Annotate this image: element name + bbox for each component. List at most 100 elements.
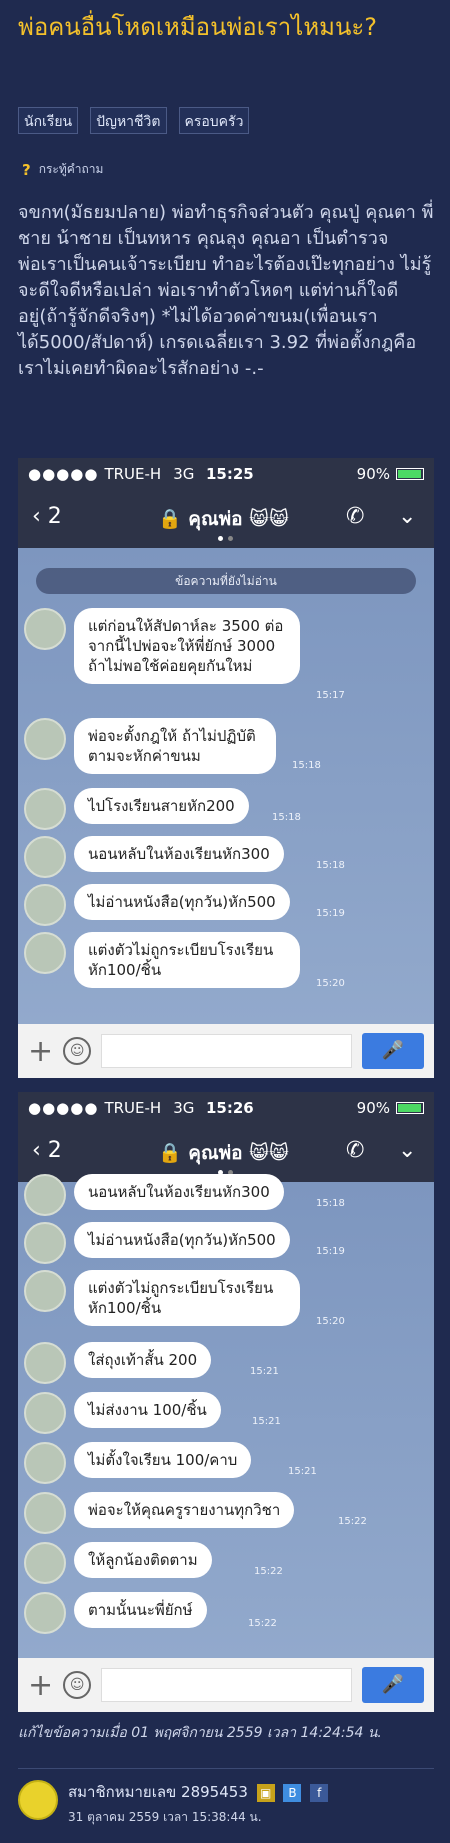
message-time: 15:21	[288, 1466, 317, 1477]
message-bubble[interactable]: แต่ก่อนให้สัปดาห์ละ 3500 ต่อจากนี้ไปพ่อจ…	[74, 608, 300, 684]
tag-list: นักเรียน ปัญหาชีวิต ครอบครัว	[18, 107, 250, 134]
message-bubble[interactable]: ตามนั้นนะพี่ยักษ์	[74, 1592, 207, 1628]
plus-icon[interactable]: +	[28, 1668, 53, 1703]
avatar[interactable]	[24, 1592, 66, 1634]
mic-icon[interactable]: 🎤	[362, 1033, 424, 1069]
message-time: 15:20	[316, 1316, 345, 1327]
message-time: 15:22	[254, 1566, 283, 1577]
avatar[interactable]	[24, 1392, 66, 1434]
battery-percent: 90%	[356, 1099, 390, 1117]
phone-icon[interactable]: ✆	[346, 1138, 364, 1163]
message-bubble[interactable]: แต่งตัวไม่ถูกระเบียบโรงเรียนหัก100/ชิ้น	[74, 932, 300, 988]
message-time: 15:19	[316, 1246, 345, 1257]
member-line: สมาชิกหมายเลข 2895453 ▣ B f	[68, 1780, 329, 1804]
post-paragraph-2: พ่อเราเป็นคนเจ้าระเบียบ ทำอะไรต้องเป๊ะทุ…	[18, 254, 432, 379]
message-bubble[interactable]: ไม่ตั้งใจเรียน 100/คาบ	[74, 1442, 252, 1478]
battery-icon	[396, 1102, 424, 1114]
message-time: 15:17	[316, 690, 345, 701]
message-bubble[interactable]: ไม่อ่านหนังสือ(ทุกวัน)หัก500	[74, 1222, 290, 1258]
message-time: 15:18	[272, 812, 301, 823]
avatar[interactable]	[24, 1542, 66, 1584]
plus-icon[interactable]: +	[28, 1034, 53, 1069]
avatar[interactable]	[24, 836, 66, 878]
chat-input-bar: + ☺ 🎤	[18, 1658, 434, 1712]
message-time: 15:20	[316, 978, 345, 989]
message-bubble[interactable]: ให้ลูกน้องติดตาม	[74, 1542, 212, 1578]
chat-contact-name: 🔒 คุณพ่อ 😸😸	[158, 508, 289, 530]
message-bubble[interactable]: นอนหลับในห้องเรียนหัก300	[74, 1174, 284, 1210]
message-bubble[interactable]: ใส่ถุงเท้าสั้น 200	[74, 1342, 212, 1378]
status-bar: ●●●●● TRUE-H 3G 15:26 90%	[18, 1092, 434, 1124]
chat-input-bar: + ☺ 🎤	[18, 1024, 434, 1078]
message: ใส่ถุงเท้าสั้น 200	[24, 1342, 212, 1384]
carrier: TRUE-H	[104, 1099, 162, 1117]
message-bubble[interactable]: ไม่ส่งงาน 100/ชิ้น	[74, 1392, 221, 1428]
post-page: พ่อคนอื่นโหดเหมือนพ่อเราไหมนะ? นักเรียน …	[0, 0, 450, 1843]
network: 3G	[173, 465, 195, 483]
message-bubble[interactable]: พ่อจะให้คุณครูรายงานทุกวิชา	[74, 1492, 295, 1528]
question-icon: ?	[22, 160, 31, 179]
smile-icon[interactable]: ☺	[63, 1037, 92, 1065]
back-count: 2	[47, 1138, 62, 1163]
tag-life-problem[interactable]: ปัญหาชีวิต	[90, 107, 167, 134]
message-bubble[interactable]: แต่งตัวไม่ถูกระเบียบโรงเรียนหัก100/ชิ้น	[74, 1270, 300, 1326]
message: นอนหลับในห้องเรียนหัก300	[24, 836, 284, 878]
message-bubble[interactable]: นอนหลับในห้องเรียนหัก300	[74, 836, 284, 872]
page-dots	[218, 536, 233, 541]
tag-family[interactable]: ครอบครัว	[178, 107, 250, 134]
avatar[interactable]	[24, 1492, 66, 1534]
status-time: 15:25	[206, 465, 254, 483]
facebook-icon[interactable]: f	[310, 1783, 329, 1802]
message-time: 15:18	[316, 1198, 345, 1209]
member-id-link[interactable]: สมาชิกหมายเลข 2895453	[68, 1783, 248, 1801]
avatar[interactable]	[24, 1442, 66, 1484]
chat-area: ข้อความที่ยังไม่อ่าน แต่ก่อนให้สัปดาห์ละ…	[18, 548, 434, 1024]
message-input[interactable]	[101, 1668, 352, 1702]
chevron-down-icon[interactable]: ⌄	[398, 1138, 416, 1163]
message-time: 15:22	[338, 1516, 367, 1527]
avatar[interactable]	[24, 1174, 66, 1216]
chat-header: ‹ 2 🔒 คุณพ่อ 😸😸 ✆ ⌄	[18, 490, 434, 548]
message-bubble[interactable]: พ่อจะตั้งกฎให้ ถ้าไม่ปฏิบัติตามจะหักค่าข…	[74, 718, 276, 774]
badge-icon: ▣	[256, 1783, 275, 1802]
avatar[interactable]	[24, 1342, 66, 1384]
status-bar: ●●●●● TRUE-H 3G 15:25 90%	[18, 458, 434, 490]
avatar[interactable]	[24, 884, 66, 926]
chat-contact-name: 🔒 คุณพ่อ 😸😸	[158, 1142, 289, 1164]
message: พ่อจะให้คุณครูรายงานทุกวิชา	[24, 1492, 295, 1534]
avatar[interactable]	[18, 1780, 58, 1820]
post-footer: สมาชิกหมายเลข 2895453 ▣ B f 31 ตุลาคม 25…	[18, 1780, 329, 1827]
back-button[interactable]: ‹ 2	[32, 1138, 62, 1163]
avatar[interactable]	[24, 718, 66, 760]
message-input[interactable]	[101, 1034, 352, 1068]
avatar[interactable]	[24, 932, 66, 974]
avatar[interactable]	[24, 788, 66, 830]
message: ตามนั้นนะพี่ยักษ์	[24, 1592, 207, 1634]
message: ไม่ส่งงาน 100/ชิ้น	[24, 1392, 221, 1434]
message-bubble[interactable]: ไม่อ่านหนังสือ(ทุกวัน)หัก500	[74, 884, 290, 920]
message-bubble[interactable]: ไปโรงเรียนสายหัก200	[74, 788, 249, 824]
edited-note: แก้ไขข้อความเมื่อ 01 พฤศจิกายน 2559 เวลา…	[18, 1725, 382, 1741]
chevron-down-icon[interactable]: ⌄	[398, 504, 416, 529]
blog-icon[interactable]: B	[283, 1783, 302, 1802]
chat-screenshot-1: ●●●●● TRUE-H 3G 15:25 90% ‹ 2 🔒 คุณพ่อ 😸…	[18, 458, 434, 1078]
message-time: 15:21	[250, 1366, 279, 1377]
mic-icon[interactable]: 🎤	[362, 1667, 424, 1703]
smile-icon[interactable]: ☺	[63, 1671, 92, 1699]
message: นอนหลับในห้องเรียนหัก300	[24, 1174, 284, 1216]
phone-icon[interactable]: ✆	[346, 504, 364, 529]
message: ไม่อ่านหนังสือ(ทุกวัน)หัก500	[24, 884, 290, 926]
avatar[interactable]	[24, 1270, 66, 1312]
message: ให้ลูกน้องติดตาม	[24, 1542, 212, 1584]
post-date: 31 ตุลาคม 2559 เวลา 15:38:44 น.	[68, 1810, 262, 1824]
avatar[interactable]	[24, 608, 66, 650]
back-button[interactable]: ‹ 2	[32, 504, 62, 529]
message: พ่อจะตั้งกฎให้ ถ้าไม่ปฏิบัติตามจะหักค่าข…	[24, 718, 276, 774]
message-time: 15:21	[252, 1416, 281, 1427]
status-time: 15:26	[206, 1099, 254, 1117]
tag-student[interactable]: นักเรียน	[18, 107, 79, 134]
message: แต่ก่อนให้สัปดาห์ละ 3500 ต่อจากนี้ไปพ่อจ…	[24, 608, 300, 684]
unread-divider: ข้อความที่ยังไม่อ่าน	[36, 568, 416, 594]
network: 3G	[173, 1099, 195, 1117]
avatar[interactable]	[24, 1222, 66, 1264]
